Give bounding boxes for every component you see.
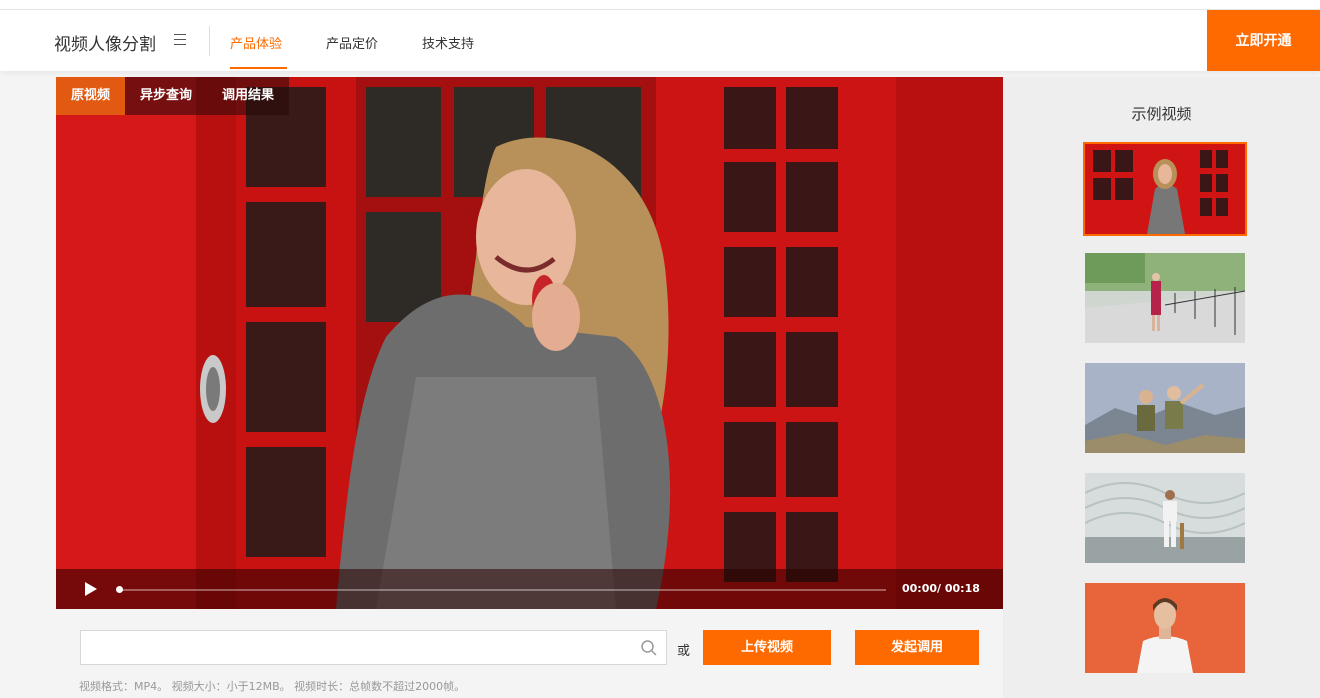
tab-call-result[interactable]: 调用结果 [207,77,290,115]
nav-tab-tech-support[interactable]: 技术支持 [422,33,474,52]
invoke-button[interactable]: 发起调用 [855,630,979,665]
progress-knob[interactable] [116,586,123,593]
sample-videos-title: 示例视频 [1131,105,1192,123]
video-tabs: 原视频 异步查询 调用结果 [56,77,290,115]
upload-video-button[interactable]: 上传视频 [703,630,831,665]
sample-thumb-skateboarder[interactable] [1085,473,1245,563]
upload-requirements-hint: 视频格式：MP4。 视频大小：小于12MB。 视频时长：总帧数不超过2000帧。 [79,680,466,693]
top-border [0,0,1320,10]
video-controls: 00:00/ 00:18 [56,569,1003,609]
tab-original-video[interactable]: 原视频 [56,77,126,115]
video-url-input[interactable] [80,630,667,665]
video-player[interactable]: 原视频 异步查询 调用结果 00:00/ 00:18 [56,77,1003,609]
play-icon[interactable] [84,581,98,597]
nav-divider [209,26,210,56]
search-icon[interactable] [640,639,658,657]
tab-async-query[interactable]: 异步查询 [125,77,208,115]
or-label: 或 [677,644,691,659]
nav-tab-product-experience[interactable]: 产品体验 [230,33,282,52]
activate-now-button[interactable]: 立即开通 [1207,10,1320,71]
playback-time: 00:00/ 00:18 [902,582,980,595]
sample-video-panel: 示例视频 [1003,77,1320,698]
top-nav-bar: 视频人像分割 产品体验 产品定价 技术支持 立即开通 [0,10,1320,71]
sample-thumb-phone-booth[interactable] [1083,142,1247,236]
progress-bar[interactable] [118,589,886,591]
video-frame [56,77,1003,609]
active-tab-indicator [230,67,287,69]
menu-icon[interactable] [174,34,186,46]
product-title: 视频人像分割 [54,35,156,55]
nav-tab-pricing[interactable]: 产品定价 [326,33,378,52]
video-input-area: 或 上传视频 发起调用 视频格式：MP4。 视频大小：小于12MB。 视频时长：… [56,609,1003,698]
sample-thumb-orange-portrait[interactable] [1085,583,1245,673]
sample-thumb-walking-woman[interactable] [1085,253,1245,343]
sample-thumb-hikers[interactable] [1085,363,1245,453]
